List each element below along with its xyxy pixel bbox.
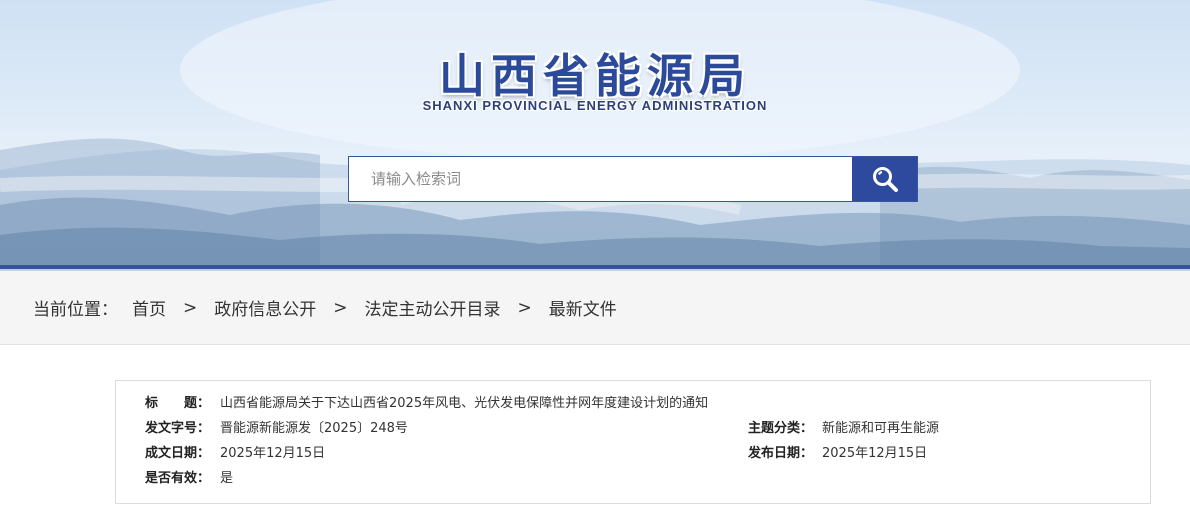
meta-published-value: 2025年12月15日 [822,446,928,461]
breadcrumb-item-home[interactable]: 首页 [132,295,166,320]
document-metadata-box: 标 题： 山西省能源局关于下达山西省2025年风电、光伏发电保障性并网年度建设计划… [115,380,1151,504]
site-title: 山西省能源局 [439,49,751,103]
header-banner: 山西省能源局 SHANXI PROVINCIAL ENERGY ADMINIST… [0,0,1190,265]
breadcrumb-separator: > [183,297,198,318]
breadcrumb-separator: > [333,297,348,318]
meta-row-topic: 主题分类： 新能源和可再生能源 [748,420,939,438]
breadcrumb-item-gov-info[interactable]: 政府信息公开 [214,295,316,320]
meta-written-label: 成文日期： [145,446,211,461]
meta-row-title: 标 题： 山西省能源局关于下达山西省2025年风电、光伏发电保障性并网年度建设计划… [145,395,708,413]
meta-topic-label: 主题分类： [748,421,814,436]
breadcrumb-item-latest[interactable]: 最新文件 [549,295,617,320]
breadcrumb-separator: > [517,297,532,318]
meta-row-validity: 是否有效： 是 [145,470,233,488]
meta-title-label: 标 题： [145,396,211,411]
meta-doc-no-label: 发文字号： [145,421,211,436]
meta-published-label: 发布日期： [748,446,814,461]
search-input[interactable] [349,157,852,201]
site-subtitle: SHANXI PROVINCIAL ENERGY ADMINISTRATION [422,98,768,113]
meta-written-value: 2025年12月15日 [220,446,326,461]
meta-row-doc-no: 发文字号： 晋能源新能源发〔2025〕248号 [145,420,408,438]
search-button[interactable] [852,157,917,201]
breadcrumb-item-catalog[interactable]: 法定主动公开目录 [365,295,501,320]
search-bar [348,156,918,202]
meta-topic-value: 新能源和可再生能源 [822,421,940,436]
search-icon [872,167,898,192]
meta-row-published-date: 发布日期： 2025年12月15日 [748,445,927,463]
breadcrumb-label: 当前位置： [33,300,118,320]
meta-row-written-date: 成文日期： 2025年12月15日 [145,445,325,463]
meta-title-value: 山西省能源局关于下达山西省2025年风电、光伏发电保障性并网年度建设计划的通知 [220,396,709,411]
meta-doc-no-value: 晋能源新能源发〔2025〕248号 [220,421,408,436]
breadcrumb: 当前位置： 首页 > 政府信息公开 > 法定主动公开目录 > 最新文件 [0,271,1190,345]
meta-valid-value: 是 [220,471,234,486]
meta-valid-label: 是否有效： [145,471,211,486]
